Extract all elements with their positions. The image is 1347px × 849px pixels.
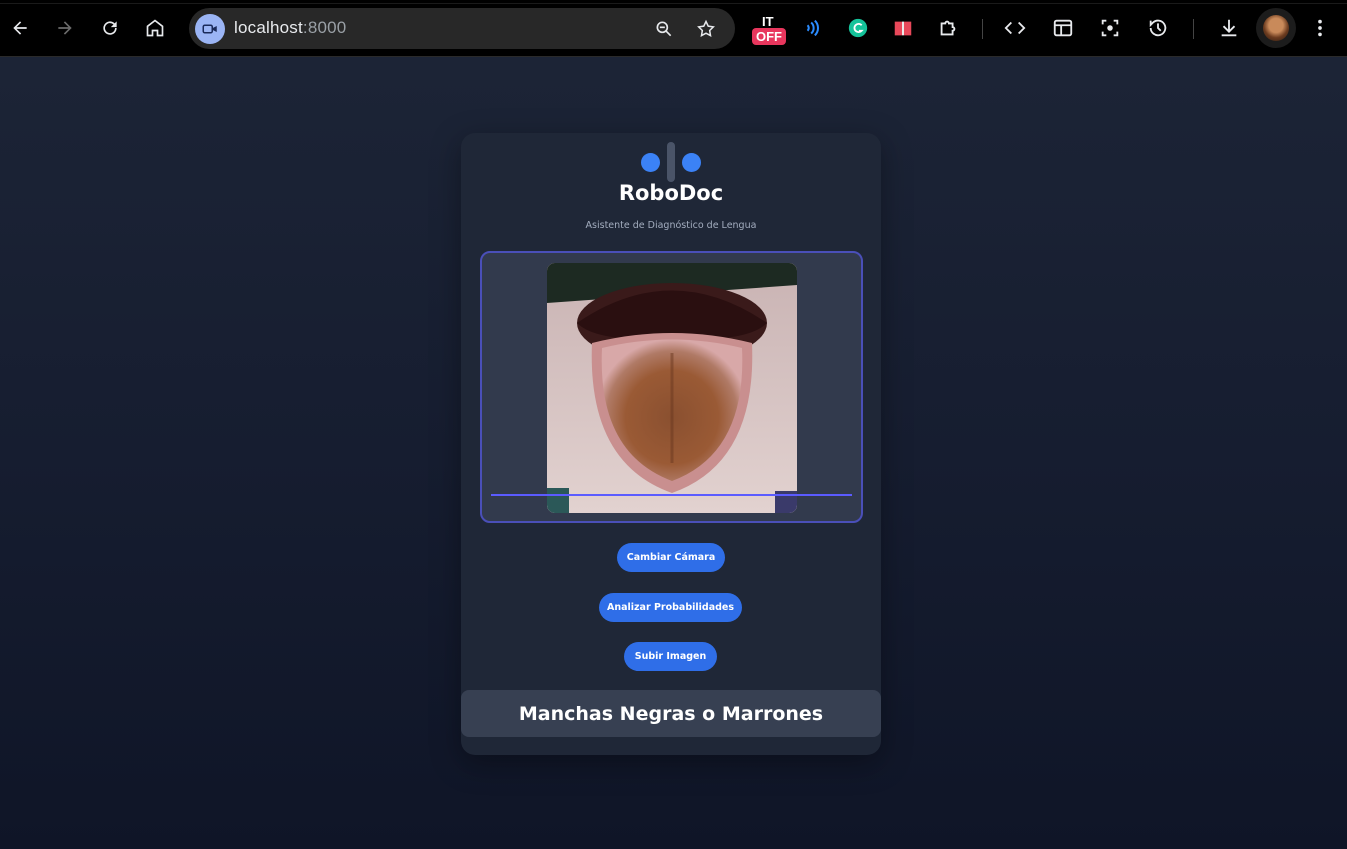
app-card: RoboDoc Asistente de Diagnóstico de Leng…: [461, 133, 881, 755]
extension-badge-top: IT: [762, 14, 774, 29]
lens-screenshot-icon[interactable]: [1097, 15, 1123, 41]
reload-button[interactable]: [96, 14, 124, 42]
read-aloud-extension-icon[interactable]: [800, 15, 826, 41]
tongue-camera-image: [547, 263, 797, 513]
app-subtitle: Asistente de Diagnóstico de Lengua: [585, 220, 757, 231]
address-bar[interactable]: localhost:8000: [189, 8, 735, 49]
diagnosis-result: Manchas Negras o Marrones: [461, 690, 881, 737]
extension-it-off[interactable]: IT OFF: [752, 14, 786, 46]
forward-button[interactable]: [51, 14, 79, 42]
camera-preview: [480, 251, 863, 523]
profile-avatar[interactable]: [1256, 8, 1296, 48]
tab-strip: [0, 0, 1347, 4]
url-text[interactable]: localhost:8000: [234, 18, 346, 38]
back-arrow-icon: [13, 21, 27, 35]
downloads-icon[interactable]: [1216, 15, 1242, 41]
home-button[interactable]: [141, 14, 169, 42]
analyze-button[interactable]: Analizar Probabilidades: [599, 593, 742, 622]
app-title: RoboDoc: [618, 181, 724, 205]
zoom-icon[interactable]: [653, 18, 675, 40]
reload-icon: [103, 21, 117, 35]
reader-extension-icon[interactable]: [890, 15, 916, 41]
extensions-puzzle-icon[interactable]: [935, 15, 961, 41]
camera-in-use-icon: [202, 24, 217, 34]
menu-kebab-icon[interactable]: [1307, 15, 1333, 41]
devtools-code-icon[interactable]: [1002, 15, 1028, 41]
extension-badge-off: OFF: [752, 28, 786, 45]
scan-line: [491, 494, 852, 496]
home-icon: [146, 19, 164, 37]
bookmark-star-icon[interactable]: [695, 18, 717, 40]
toolbar-separator: [982, 19, 983, 39]
grammarly-extension-icon[interactable]: [845, 15, 871, 41]
history-icon[interactable]: [1145, 15, 1171, 41]
avatar-image: [1263, 15, 1289, 41]
robodoc-logo-icon: [641, 142, 701, 182]
browser-toolbar: localhost:8000 IT OFF: [0, 0, 1347, 57]
upload-image-button[interactable]: Subir Imagen: [624, 642, 717, 671]
back-button[interactable]: [6, 14, 34, 42]
switch-camera-button[interactable]: Cambiar Cámara: [617, 543, 725, 572]
page-background: RoboDoc Asistente de Diagnóstico de Leng…: [0, 57, 1347, 849]
forward-arrow-icon: [58, 21, 72, 35]
site-info-chip[interactable]: [195, 14, 225, 44]
side-panel-icon[interactable]: [1050, 15, 1076, 41]
toolbar-separator: [1193, 19, 1194, 39]
